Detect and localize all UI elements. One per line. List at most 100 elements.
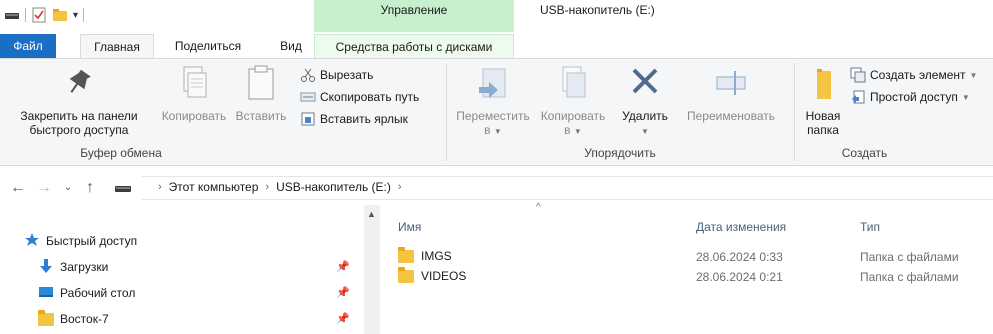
back-arrow-icon[interactable]: ← xyxy=(8,178,28,198)
window-title: USB-накопитель (E:) xyxy=(540,3,655,17)
rename-icon xyxy=(711,63,751,103)
nav-item-quick-access[interactable]: Быстрый доступ xyxy=(24,229,137,253)
new-folder-label-1: Новая xyxy=(805,109,841,123)
paste-icon xyxy=(241,63,281,103)
breadcrumb-usb-drive[interactable]: USB-накопитель (E:) xyxy=(276,180,391,194)
drive-icon[interactable] xyxy=(4,7,20,23)
copy-to-button[interactable]: Копировать в ▼ xyxy=(536,63,610,139)
chevron-down-icon: ▼ xyxy=(969,70,978,80)
copy-to-icon xyxy=(553,63,593,103)
navigation-pane: Быстрый доступ Загрузки 📌 Рабочий стол 📌… xyxy=(0,205,380,334)
pin-icon[interactable]: 📌 xyxy=(336,312,350,325)
delete-dropdown[interactable]: ▼ xyxy=(614,123,676,139)
pin-icon[interactable]: 📌 xyxy=(336,260,350,273)
new-folder-button[interactable]: Новая папка xyxy=(800,63,846,137)
new-folder-icon[interactable] xyxy=(52,7,68,23)
rename-button[interactable]: Переименовать xyxy=(678,63,784,123)
tab-home[interactable]: Главная xyxy=(80,34,154,59)
move-to-button[interactable]: Переместить в ▼ xyxy=(452,63,534,139)
file-date: 28.06.2024 0:21 xyxy=(696,270,783,284)
chevron-down-icon: ▼ xyxy=(641,127,649,136)
create-group-label: Создать xyxy=(841,146,888,160)
new-item-icon xyxy=(850,67,866,83)
tab-file[interactable]: Файл xyxy=(0,34,56,58)
tab-share[interactable]: Поделиться xyxy=(170,34,246,58)
navigation-scrollbar[interactable]: ▲ xyxy=(364,205,380,334)
forward-arrow-icon[interactable]: → xyxy=(34,178,54,198)
file-type: Папка с файлами xyxy=(860,270,959,284)
cut-button[interactable]: Вырезать xyxy=(300,65,373,85)
nav-item-label: Загрузки xyxy=(60,260,109,274)
copy-to-label-1: Копировать xyxy=(540,109,606,123)
file-list: Имя Дата изменения Тип IMGS 28.06.2024 0… xyxy=(382,205,993,334)
star-icon xyxy=(24,232,40,251)
paste-shortcut-icon xyxy=(300,111,316,127)
table-row[interactable]: IMGS 28.06.2024 0:33 Папка с файлами xyxy=(382,246,993,267)
folder-icon xyxy=(38,309,54,326)
pin-label-line-2: быстрого доступа xyxy=(29,123,129,137)
group-separator xyxy=(794,63,795,161)
recent-locations-chevron-icon[interactable]: ⌄ xyxy=(58,178,78,198)
clipboard-group: Закрепить на панели быстрого доступа Коп… xyxy=(0,59,428,166)
pin-icon xyxy=(59,63,99,103)
copy-path-button[interactable]: Скопировать путь xyxy=(300,87,419,107)
delete-button[interactable]: Удалить ▼ xyxy=(614,63,676,139)
easy-access-button[interactable]: Простой доступ ▼ xyxy=(850,87,970,107)
column-header-date[interactable]: Дата изменения xyxy=(696,220,786,234)
nav-item-label: Рабочий стол xyxy=(60,286,136,300)
file-type: Папка с файлами xyxy=(860,250,959,264)
title-bar: ▾ Управление USB-накопитель (E:) xyxy=(0,0,993,32)
nav-item-vostok-7[interactable]: Восток-7 xyxy=(38,307,109,331)
drive-icon xyxy=(114,183,132,198)
table-row[interactable]: VIDEOS 28.06.2024 0:21 Папка с файлами xyxy=(382,266,993,287)
breadcrumb-chevron-icon[interactable]: › xyxy=(158,181,162,193)
paste-shortcut-button[interactable]: Вставить ярлык xyxy=(300,109,408,129)
rename-label: Переименовать xyxy=(687,109,775,123)
column-header-name[interactable]: Имя xyxy=(398,220,421,234)
download-icon xyxy=(38,258,54,277)
create-group: Новая папка Создать элемент ▼ Простой до… xyxy=(796,59,993,166)
new-folder-icon xyxy=(803,63,843,103)
up-arrow-icon[interactable]: ↑ xyxy=(80,178,100,198)
file-name-cell: IMGS xyxy=(398,246,452,263)
pin-to-quick-access-button[interactable]: Закрепить на панели быстрого доступа xyxy=(2,63,156,137)
file-name: IMGS xyxy=(421,249,452,263)
folder-icon xyxy=(398,266,414,283)
copy-path-icon xyxy=(300,89,316,105)
nav-item-downloads[interactable]: Загрузки xyxy=(38,255,108,279)
ribbon: Закрепить на панели быстрого доступа Коп… xyxy=(0,58,993,166)
tab-disk-tools[interactable]: Средства работы с дисками xyxy=(314,34,514,58)
qat-separator xyxy=(25,8,26,22)
nav-item-desktop[interactable]: Рабочий стол xyxy=(38,281,135,305)
scroll-up-icon[interactable]: ▲ xyxy=(367,209,376,219)
qat-customize-dropdown[interactable]: ▾ xyxy=(73,10,78,21)
file-name: VIDEOS xyxy=(421,269,467,283)
nav-item-label: Восток-7 xyxy=(60,312,109,326)
quick-access-toolbar: ▾ xyxy=(4,6,85,24)
column-header-type[interactable]: Тип xyxy=(860,220,880,234)
copy-button[interactable]: Копировать xyxy=(158,63,230,123)
breadcrumb-chevron-icon[interactable]: › xyxy=(398,181,402,193)
paste-button[interactable]: Вставить xyxy=(228,63,294,123)
copy-path-label: Скопировать путь xyxy=(320,90,420,104)
group-separator xyxy=(446,63,447,161)
easy-access-label: Простой доступ xyxy=(870,90,958,104)
paste-label: Вставить xyxy=(235,109,287,123)
cut-label: Вырезать xyxy=(320,68,374,82)
move-to-icon xyxy=(473,63,513,103)
move-to-label-1: Переместить xyxy=(456,109,530,123)
delete-label: Удалить xyxy=(622,109,668,123)
breadcrumb-this-pc[interactable]: Этот компьютер xyxy=(169,180,259,194)
move-to-label-2: в ▼ xyxy=(484,123,502,137)
folder-icon xyxy=(398,246,414,263)
breadcrumb-chevron-icon[interactable]: › xyxy=(265,181,269,193)
new-item-button[interactable]: Создать элемент ▼ xyxy=(850,65,977,85)
tab-view[interactable]: Вид xyxy=(276,34,306,58)
scissors-icon xyxy=(300,67,316,83)
properties-icon[interactable] xyxy=(31,7,47,23)
file-date: 28.06.2024 0:33 xyxy=(696,250,783,264)
pin-icon[interactable]: 📌 xyxy=(336,286,350,299)
copy-icon xyxy=(174,63,214,103)
context-tab-label: Управление xyxy=(380,3,448,17)
organize-group: Переместить в ▼ Копировать в ▼ Удалить ▼… xyxy=(448,59,792,166)
